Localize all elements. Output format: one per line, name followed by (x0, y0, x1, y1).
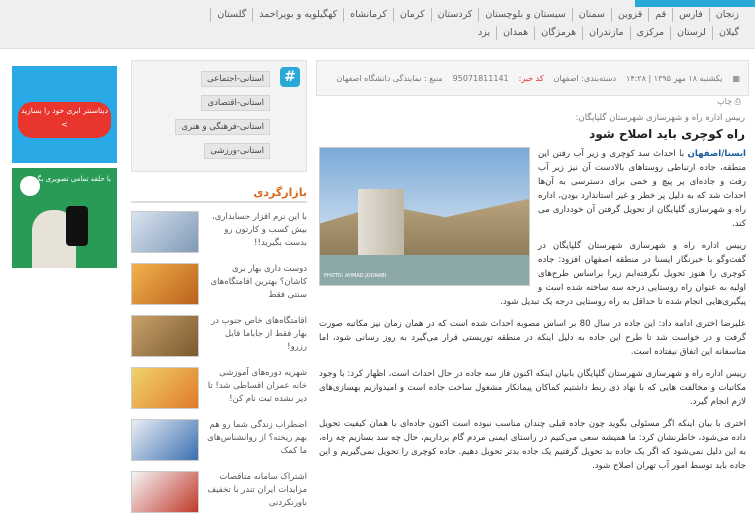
province-link[interactable]: گیلان (711, 26, 745, 40)
ad-text: با حلقه تمامی تصویری بگیر! (28, 175, 111, 183)
tags-box: # استانی-اجتماعی استانی-اقتصادی استانی-ف… (131, 60, 307, 172)
paragraph-3: علیرضا اختری ادامه داد: این جاده در سال … (319, 319, 746, 357)
market-item[interactable]: دوست داری بهار بری کاشان؟ بهترین اقامتگا… (131, 263, 307, 307)
calendar-icon: ▦ (732, 73, 740, 83)
article-category[interactable]: دسته‌بندی: اصفهان (554, 74, 616, 83)
province-link[interactable]: سمنان (571, 8, 611, 22)
province-link[interactable]: هرمزگان (534, 26, 582, 40)
province-link[interactable]: کرمان (392, 8, 431, 22)
market-item-text: با این نرم افزار حسابداری، بیش کسب و کار… (212, 212, 307, 248)
market-item-thumbnail (131, 211, 199, 253)
market-item[interactable]: با این نرم افزار حسابداری، بیش کسب و کار… (131, 211, 307, 255)
province-link[interactable]: زنجان (708, 8, 745, 22)
market-item-thumbnail (131, 315, 199, 357)
ad-cta-button[interactable]: دیتاسنتر ابری خود را بسازید > (18, 102, 111, 138)
article-lead: رییس اداره راه و شهرسازی شهرستان گلپایگا… (575, 113, 745, 123)
article-title: راه کوچری باید اصلاح شود (589, 127, 745, 141)
market-item-thumbnail (131, 471, 199, 513)
tag-link[interactable]: استانی-ورزشی (204, 143, 270, 159)
dam-photo: PHOTO: AHMAD JOORABI (319, 147, 530, 286)
article-body: PHOTO: AHMAD JOORABI ایسنا/اصفهان با احد… (316, 147, 749, 473)
market-item[interactable]: اضطراب زندگی شما رو هم بهم ریخته؟ از روا… (131, 419, 307, 463)
sidebar-middle: # استانی-اجتماعی استانی-اقتصادی استانی-ف… (131, 60, 307, 515)
market-item[interactable]: اقامتگاه‌های خاص جنوب در بهار فقط از جاب… (131, 315, 307, 359)
brand-strip (635, 0, 755, 7)
ad-phone-image (66, 206, 88, 246)
province-link[interactable]: کردستان (430, 8, 479, 22)
article-code-label: کد خبر: (518, 73, 544, 83)
print-icon: ⎙ (734, 97, 741, 106)
market-item-thumbnail (131, 419, 199, 461)
market-item-text: اضطراب زندگی شما رو هم بهم ریخته؟ از روا… (207, 420, 307, 456)
article-date: یکشنبه ۱۸ مهر ۱۳۹۵ | ۱۴:۲۸ (626, 73, 723, 83)
market-item-thumbnail (131, 263, 199, 305)
print-label: چاپ (717, 97, 733, 106)
market-item-text: دوست داری بهار بری کاشان؟ بهترین اقامتگا… (210, 264, 307, 300)
province-link[interactable]: یزد (472, 26, 496, 40)
province-link[interactable]: قم (648, 8, 672, 22)
market-item-text: اشتراک سامانه مناقصات مزایدات ایران تندر… (207, 472, 307, 508)
photo-dam (357, 189, 404, 258)
province-link[interactable]: فارس (672, 8, 709, 22)
hashtag-icon: # (280, 67, 300, 87)
market-item-text: اقامتگاه‌های خاص جنوب در بهار فقط از جاب… (211, 316, 307, 352)
province-link[interactable]: مرکزی (629, 26, 671, 40)
province-link[interactable]: همدان (496, 26, 534, 40)
camera-ad[interactable]: با حلقه تمامی تصویری بگیر! (12, 168, 117, 268)
agency-brand[interactable]: ایسنا/اصفهان (688, 149, 746, 159)
news-article: ▦ یکشنبه ۱۸ مهر ۱۳۹۵ | ۱۴:۲۸ دسته‌بندی: … (316, 60, 749, 522)
tag-link[interactable]: استانی-اجتماعی (201, 71, 270, 87)
province-link[interactable]: کهگیلویه و بویراحمد (252, 8, 343, 22)
province-link[interactable]: سیستان و بلوچستان (478, 8, 571, 22)
article-code: 95071811141 (452, 73, 509, 83)
cloud-datacenter-ad[interactable]: دیتاسنتر ابری خود را بسازید > (12, 66, 117, 163)
tag-link[interactable]: استانی-فرهنگی و هنری (175, 119, 270, 135)
print-link[interactable]: ⎙ چاپ (316, 97, 749, 107)
province-link[interactable]: قزوین (611, 8, 648, 22)
market-item-thumbnail (131, 367, 199, 409)
province-link[interactable]: مازندران (582, 26, 629, 40)
market-heading: بازارگردی (131, 186, 307, 203)
photo-caption: PHOTO: AHMAD JOORABI (324, 273, 387, 279)
province-link[interactable]: کرمانشاه (343, 8, 393, 22)
paragraph-1: با احداث سد کوچری و زیر آب رفتن این منطق… (538, 149, 746, 229)
top-navigation: زنجان فارس قم قزوین سمنان سیستان و بلوچس… (0, 0, 755, 49)
market-item[interactable]: اشتراک سامانه مناقصات مزایدات ایران تندر… (131, 471, 307, 515)
market-item[interactable]: شهریه دوره‌های آموزشی خانه عمران اقساطی … (131, 367, 307, 411)
tag-link[interactable]: استانی-اقتصادی (201, 95, 270, 111)
article-source: منبع : نمایندگی دانشگاه اصفهان (336, 73, 443, 83)
province-link[interactable]: گلستان (210, 8, 252, 22)
paragraph-5: اختری با بیان اینکه اگر مسئولی بگوید چون… (319, 419, 746, 471)
article-meta-bar: ▦ یکشنبه ۱۸ مهر ۱۳۹۵ | ۱۴:۲۸ دسته‌بندی: … (316, 60, 749, 96)
province-menu: زنجان فارس قم قزوین سمنان سیستان و بلوچس… (210, 8, 745, 40)
province-link[interactable]: لرستان (670, 26, 712, 40)
market-item-text: شهریه دوره‌های آموزشی خانه عمران اقساطی … (207, 368, 307, 404)
paragraph-4: رییس اداره راه و شهرسازی شهرستان گلپایگا… (319, 369, 746, 407)
